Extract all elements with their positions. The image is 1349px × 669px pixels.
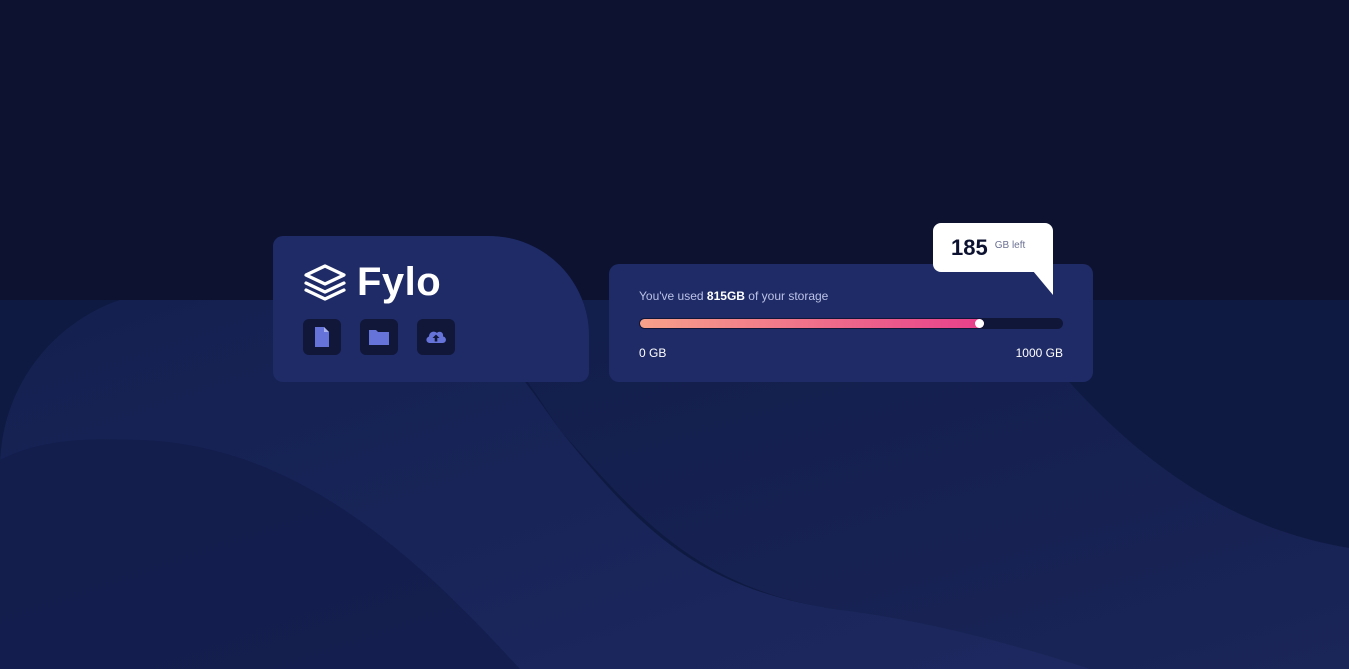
- remaining-amount: 185: [951, 234, 988, 260]
- folder-button[interactable]: [360, 319, 398, 355]
- usage-summary: You've used 815GB of your storage: [639, 289, 828, 303]
- storage-progress-bar: [639, 318, 1063, 329]
- action-icons: [303, 319, 455, 355]
- layers-icon: [304, 264, 346, 301]
- usage-amount: 815GB: [706, 289, 745, 303]
- folder-icon: [369, 330, 389, 345]
- min-capacity-label: 0 GB: [639, 346, 667, 360]
- brand-name: Fylo: [357, 260, 442, 304]
- usage-suffix: of your storage: [748, 289, 829, 303]
- remaining-unit: GB left: [994, 240, 1026, 251]
- brand-card: Fylo: [273, 236, 589, 382]
- document-button[interactable]: [303, 319, 341, 355]
- upload-icon: [426, 331, 446, 343]
- max-capacity-label: 1000 GB: [1015, 346, 1063, 360]
- logo: Fylo: [303, 262, 441, 302]
- usage-prefix: You've used: [639, 289, 704, 303]
- storage-progress-knob: [975, 319, 984, 328]
- remaining-callout: 185 GB left: [933, 223, 1053, 272]
- upload-button[interactable]: [417, 319, 455, 355]
- document-icon: [315, 327, 329, 347]
- callout-tail: [1033, 271, 1053, 295]
- usage-card: You've used 815GB of your storage 0 GB 1…: [609, 264, 1093, 382]
- storage-progress-fill: [640, 319, 984, 328]
